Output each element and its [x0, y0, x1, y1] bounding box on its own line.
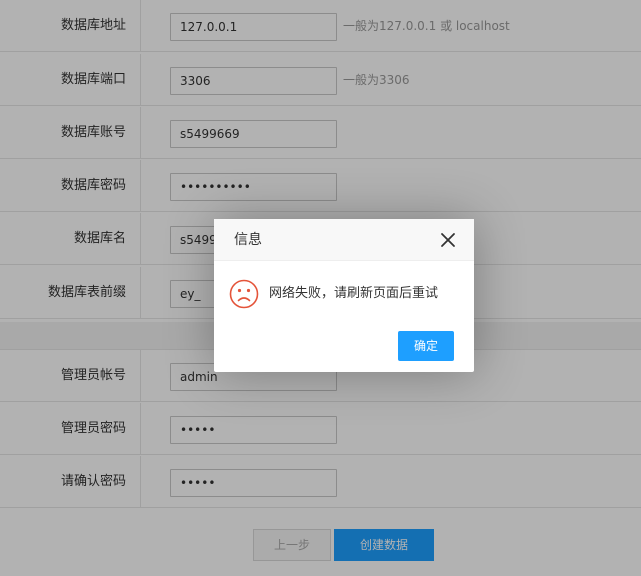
close-icon[interactable] [440, 232, 456, 248]
dialog-title: 信息 [234, 232, 262, 248]
sad-face-icon [229, 279, 259, 309]
dialog-header: 信息 [214, 219, 474, 261]
dialog-message: 网络失败，请刷新页面后重试 [269, 286, 439, 301]
error-dialog: 信息 网络失败，请刷新页面后重试 确定 [214, 219, 474, 372]
ok-button[interactable]: 确定 [398, 331, 454, 361]
dialog-body: 网络失败，请刷新页面后重试 [214, 261, 474, 327]
